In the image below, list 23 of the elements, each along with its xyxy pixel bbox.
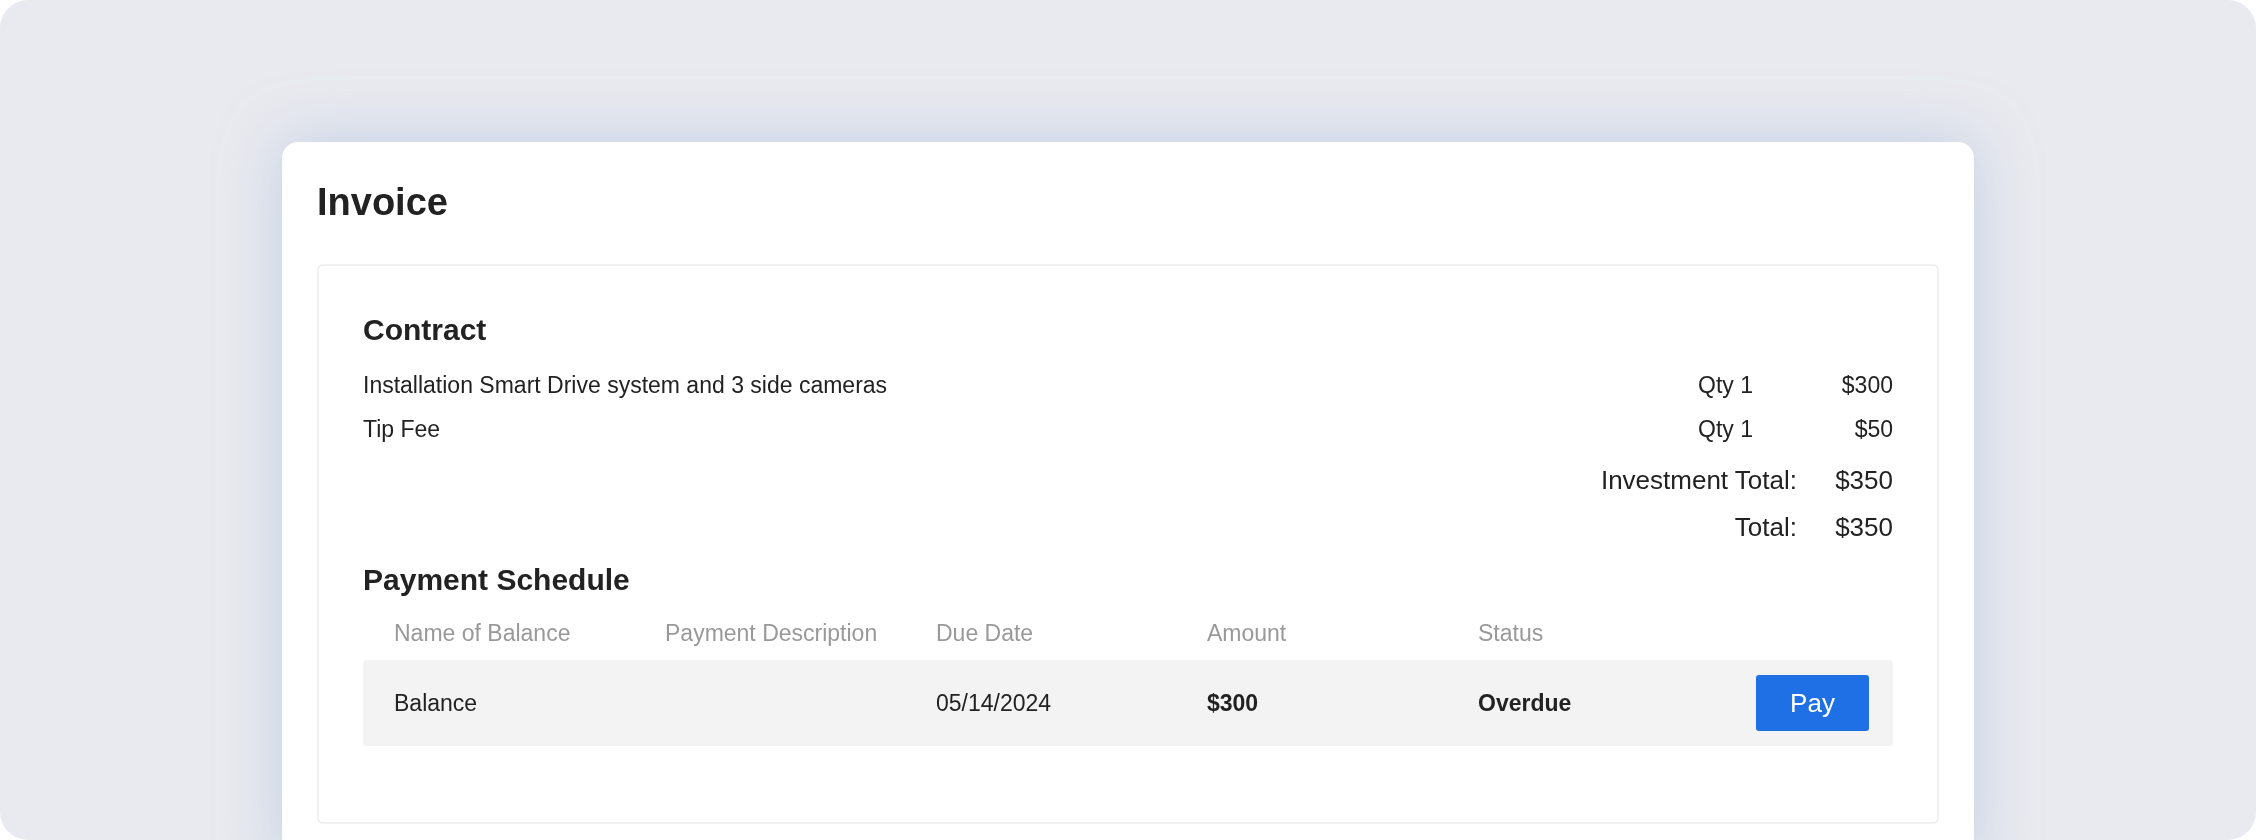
section-heading: Contract [363,312,488,348]
item-quantity: Qty 1 [1697,371,1753,400]
total-label: Total: [1734,511,1797,544]
item-quantity: Qty 1 [1697,415,1753,444]
table-cell-text: Balance [394,688,479,718]
pay-button[interactable]: Pay [1756,675,1869,731]
item-description: Installation Smart Drive system and 3 side cameras [363,371,889,400]
page-title: Invoice [317,180,449,224]
column-header: Amount [1207,619,1288,648]
column-header: Due Date [936,619,1035,648]
column-header: Name of Balance [394,619,572,648]
item-description: Tip Fee [363,415,442,444]
total-value: $350 [1834,464,1893,497]
total-value: $350 [1834,511,1893,544]
table-cell-text: $300 [1207,688,1260,718]
total-label: Investment Total: [1600,464,1797,497]
column-header: Status [1478,619,1545,648]
section-heading: Payment Schedule [363,562,631,598]
item-price: $300 [1840,371,1893,400]
item-price: $50 [1853,415,1893,444]
column-header: Payment Description [665,619,879,648]
table-cell-text: 05/14/2024 [936,688,1053,718]
table-cell-text: Overdue [1478,688,1573,718]
